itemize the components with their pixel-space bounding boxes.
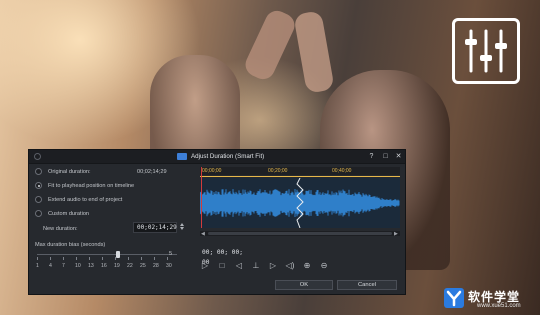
stepper-down-icon[interactable]	[180, 227, 184, 230]
bias-tick-label: 19	[114, 263, 120, 269]
smart-fit-icon	[177, 153, 187, 160]
photo-arm	[241, 6, 299, 84]
bias-tick-label: 10	[75, 263, 81, 269]
ruler-label: 00;20;00	[268, 168, 288, 174]
timeline-scrollbar[interactable]: ◀ ▶	[200, 231, 400, 237]
option-label: Original duration:	[48, 169, 91, 175]
watermark-url: www.xue51.com	[477, 303, 521, 309]
bias-tick	[89, 257, 90, 260]
bias-tick-label: 30	[166, 263, 172, 269]
photo-arm	[293, 10, 335, 94]
zoom-in-icon[interactable]: ⊕	[301, 261, 313, 271]
zoom-out-icon[interactable]: ⊖	[318, 261, 330, 271]
cancel-button[interactable]: Cancel	[337, 280, 397, 290]
ruler-accent-line	[200, 176, 400, 177]
original-duration-value: 00;02;14;29	[137, 169, 167, 175]
bias-tick-label: 13	[88, 263, 94, 269]
adjust-duration-dialog: Adjust Duration (Smart Fit) ? □ ✕ Origin…	[28, 149, 406, 295]
bias-tick	[76, 257, 77, 260]
playhead-timecode: 00; 00; 00; 00	[202, 249, 243, 266]
radio-button[interactable]	[35, 196, 42, 203]
scroll-right-icon[interactable]: ▶	[394, 231, 398, 237]
volume-icon[interactable]: ◁)	[284, 261, 296, 271]
bias-tick	[63, 257, 64, 260]
radio-button[interactable]	[35, 182, 42, 189]
previous-icon[interactable]: ◁	[233, 261, 245, 271]
bias-tick	[37, 257, 38, 260]
bias-tick-label: 4	[49, 263, 52, 269]
bias-tick	[141, 257, 142, 260]
ok-button[interactable]: OK	[275, 280, 333, 290]
new-duration-label: New duration:	[43, 226, 78, 232]
bias-tick-label: 7	[62, 263, 65, 269]
play-icon[interactable]: ▷	[199, 261, 211, 271]
audio-timeline[interactable]: 00;00;00 00;20;00 00;40;00 ◀ ▶	[199, 167, 400, 237]
bias-tick-label: 25	[140, 263, 146, 269]
close-button[interactable]: ✕	[394, 152, 403, 161]
sliders-settings-icon	[452, 18, 520, 84]
dialog-title: Adjust Duration (Smart Fit)	[191, 153, 265, 160]
bias-tick	[128, 257, 129, 260]
maximize-button[interactable]: □	[381, 152, 390, 161]
bias-slider-thumb[interactable]	[115, 251, 120, 258]
bias-tick-label: 22	[127, 263, 133, 269]
bias-tick	[50, 257, 51, 260]
ruler-label: 00;40;00	[332, 168, 352, 174]
app-icon	[34, 153, 41, 160]
marker-icon[interactable]: ⊥	[250, 261, 262, 271]
bias-slider-track[interactable]	[37, 254, 177, 255]
new-duration-input[interactable]: 00;02;14;29	[133, 222, 177, 233]
next-icon[interactable]: ▷	[267, 261, 279, 271]
bias-tick	[102, 257, 103, 260]
title-bar: Adjust Duration (Smart Fit) ? □ ✕	[29, 150, 405, 164]
radio-button[interactable]	[35, 168, 42, 175]
bias-max-value: 5	[169, 251, 173, 257]
bias-tick-label: 1	[36, 263, 39, 269]
bias-tick	[154, 257, 155, 260]
bias-tick-label: 16	[101, 263, 107, 269]
bias-tick	[167, 257, 168, 260]
help-button[interactable]: ?	[367, 152, 376, 161]
bias-tick	[115, 257, 116, 260]
stop-icon[interactable]: □	[216, 261, 228, 271]
radio-button[interactable]	[35, 210, 42, 217]
time-ruler: 00;00;00 00;20;00 00;40;00	[200, 167, 400, 175]
duration-stepper[interactable]	[179, 222, 185, 233]
scroll-left-icon[interactable]: ◀	[201, 231, 205, 237]
option-label: Fit to playhead position on timeline	[48, 183, 135, 189]
bias-label: Max duration bias (seconds)	[35, 242, 106, 248]
option-label: Extend audio to end of project	[48, 197, 123, 203]
watermark-logo-icon	[444, 288, 464, 308]
bias-tick-label: 28	[153, 263, 159, 269]
ruler-label: 00;00;00	[202, 168, 222, 174]
playhead[interactable]	[201, 167, 202, 228]
waveform	[199, 177, 400, 229]
option-label: Custom duration	[48, 211, 90, 217]
scroll-thumb[interactable]	[208, 232, 392, 235]
stepper-up-icon[interactable]	[180, 223, 184, 226]
